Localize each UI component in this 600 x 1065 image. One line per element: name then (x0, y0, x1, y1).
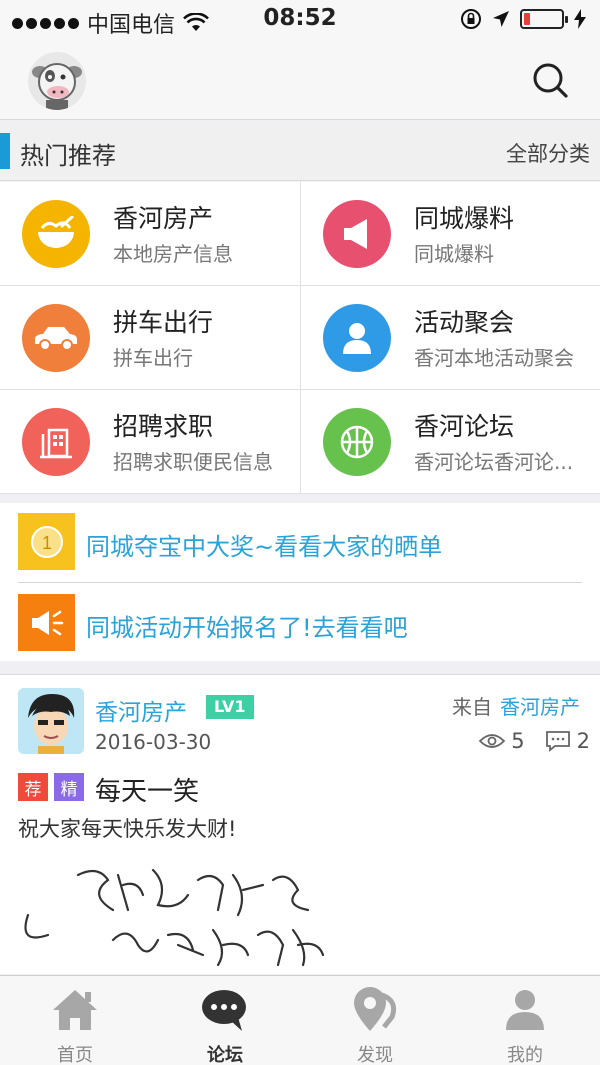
category-grid: 香河房产 本地房产信息 同城爆料 同城爆料 拼车出行 拼车出行 活动聚会 香河本… (0, 182, 600, 494)
notice-item-event[interactable]: 同城活动开始报名了!去看看吧 (18, 594, 582, 654)
status-icons (460, 8, 586, 30)
battery-icon (520, 9, 568, 29)
category-name: 香河房产 (113, 204, 214, 233)
category-events[interactable]: 活动聚会 香河本地活动聚会 (300, 286, 600, 390)
rotation-lock-icon (461, 9, 481, 29)
notice-list: 1 同城夺宝中大奖~看看大家的晒单 同城活动开始报名了!去看看吧 (0, 503, 600, 661)
post-source: 来自 香河房产 (452, 691, 580, 720)
post-card[interactable]: 香河房产 LV1 来自 香河房产 2016-03-30 5 2 荐 精 每天一笑 … (0, 674, 600, 974)
category-name: 同城爆料 (414, 204, 515, 233)
category-desc: 本地房产信息 (113, 242, 233, 266)
notice-text: 同城活动开始报名了!去看看吧 (86, 614, 408, 642)
category-jobs[interactable]: 招聘求职 招聘求职便民信息 (0, 390, 300, 494)
location-icon (348, 986, 402, 1034)
eye-icon (479, 734, 506, 748)
chat-icon (198, 986, 252, 1034)
category-desc: 拼车出行 (113, 346, 193, 370)
notice-item-lottery[interactable]: 1 同城夺宝中大奖~看看大家的晒单 (18, 513, 582, 573)
category-desc: 同城爆料 (414, 242, 494, 266)
notice-text: 同城夺宝中大奖~看看大家的晒单 (86, 533, 443, 561)
category-forum[interactable]: 香河论坛 香河论坛香河论... (300, 390, 600, 494)
bottom-tab-bar: 首页 论坛 发现 我的 (0, 975, 600, 1065)
location-arrow-icon (493, 11, 509, 27)
divider (18, 582, 582, 583)
post-stats: 5 2 (479, 729, 590, 753)
category-name: 香河论坛 (414, 412, 515, 441)
user-icon (498, 986, 552, 1034)
tab-label: 首页 (57, 1045, 93, 1065)
elite-tag: 精 (54, 773, 84, 801)
recommend-tag: 荐 (18, 773, 48, 801)
bowl-icon (22, 200, 90, 268)
category-name: 活动聚会 (414, 308, 515, 337)
car-icon (22, 304, 90, 372)
category-carpool[interactable]: 拼车出行 拼车出行 (0, 286, 300, 390)
person-icon (323, 304, 391, 372)
tab-me[interactable]: 我的 (450, 976, 600, 1065)
from-label: 来自 (452, 695, 492, 719)
category-house[interactable]: 香河房产 本地房产信息 (0, 182, 300, 286)
cow-mascot-avatar[interactable] (28, 52, 86, 110)
top-navigation (0, 40, 600, 120)
search-icon[interactable] (530, 60, 570, 100)
category-name: 招聘求职 (113, 412, 214, 441)
category-desc: 香河本地活动聚会 (414, 346, 574, 370)
ball-icon (323, 408, 391, 476)
building-icon (22, 408, 90, 476)
charging-icon (574, 9, 586, 29)
author-avatar[interactable] (18, 688, 84, 754)
hot-recommend-header: 热门推荐 全部分类 (0, 121, 600, 181)
source-forum-link[interactable]: 香河房产 (500, 695, 580, 719)
post-body: 祝大家每天快乐发大财! (18, 817, 237, 841)
comment-count: 2 (576, 729, 590, 753)
coin-badge: 1 (41, 533, 51, 553)
section-accent-bar (0, 133, 10, 169)
post-image-handwriting[interactable] (18, 855, 578, 973)
tab-forum[interactable]: 论坛 (150, 976, 300, 1065)
tab-label: 论坛 (207, 1045, 243, 1065)
home-icon (48, 986, 102, 1034)
post-author[interactable]: 香河房产 (95, 693, 187, 727)
post-date: 2016-03-30 (95, 730, 212, 754)
tab-label: 发现 (357, 1045, 393, 1065)
category-desc: 招聘求职便民信息 (113, 450, 273, 474)
comment-icon (545, 731, 570, 752)
level-badge: LV1 (206, 695, 254, 719)
category-desc: 香河论坛香河论... (414, 450, 574, 474)
tab-home[interactable]: 首页 (0, 976, 150, 1065)
category-news[interactable]: 同城爆料 同城爆料 (300, 182, 600, 286)
post-tags: 荐 精 (18, 773, 84, 801)
category-name: 拼车出行 (113, 308, 214, 337)
megaphone-icon (323, 200, 391, 268)
all-categories-link[interactable]: 全部分类 (506, 138, 590, 168)
view-count: 5 (511, 729, 525, 753)
status-bar: 中国电信 08:52 (0, 0, 600, 40)
speaker-icon (18, 594, 75, 651)
post-title[interactable]: 每天一笑 (95, 771, 199, 808)
tab-label: 我的 (507, 1045, 543, 1065)
section-title: 热门推荐 (20, 142, 116, 170)
coin-icon: 1 (18, 513, 75, 570)
tab-discover[interactable]: 发现 (300, 976, 450, 1065)
